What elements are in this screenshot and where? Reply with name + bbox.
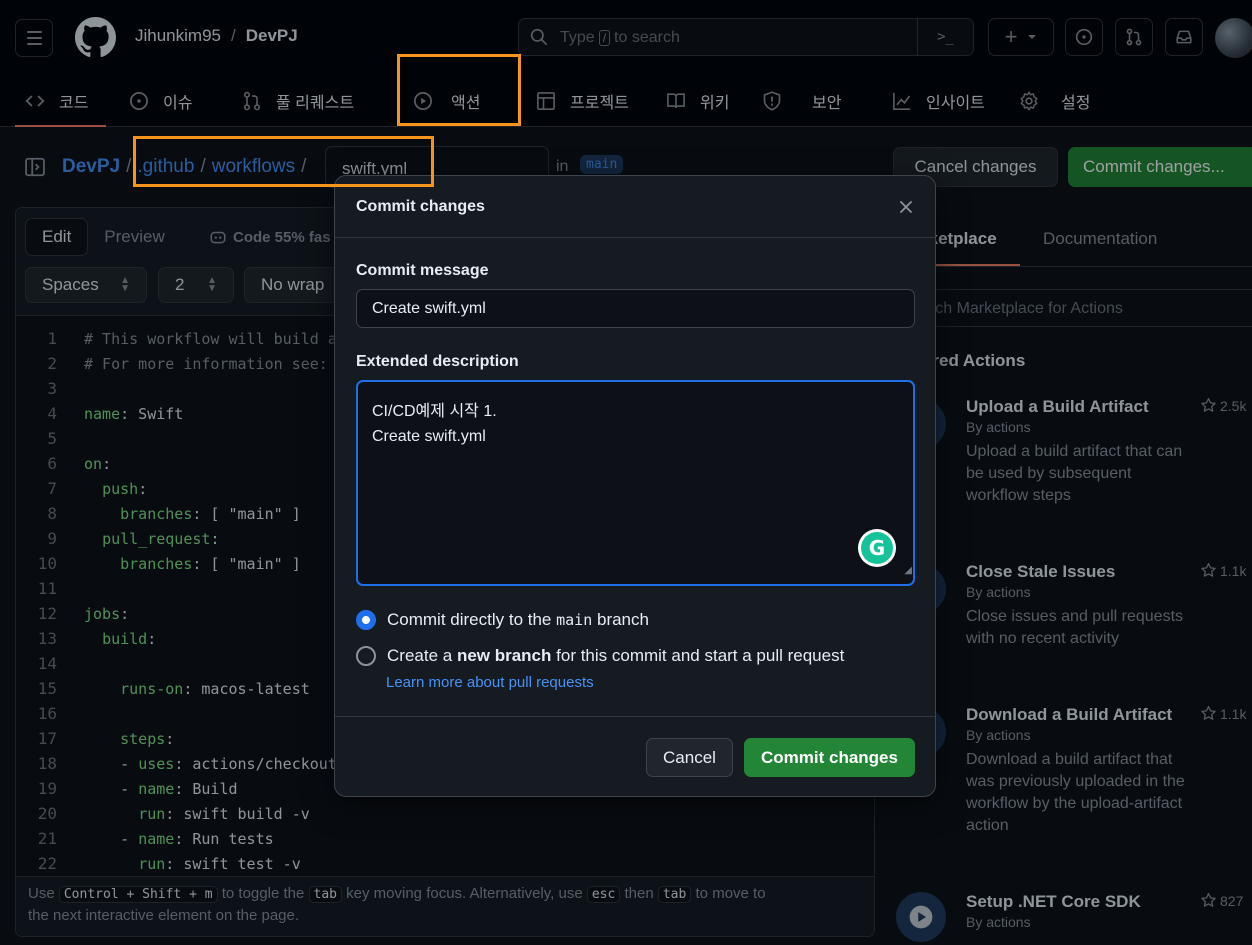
grammarly-icon[interactable]: G xyxy=(858,529,896,567)
extended-description-label: Extended description xyxy=(356,353,519,370)
close-dialog-button[interactable] xyxy=(891,192,921,222)
close-icon xyxy=(900,201,912,213)
option-text: for this commit and start a pull request xyxy=(556,646,845,665)
option-branch-name: main xyxy=(556,611,593,629)
new-branch-option[interactable]: Create a new branch for this commit and … xyxy=(356,646,844,666)
extended-description-textarea[interactable]: CI/CD예제 시작 1. Create swift.yml G ◢ xyxy=(356,380,915,586)
dialog-header: Commit changes xyxy=(335,176,935,238)
commit-direct-option[interactable]: Commit directly to the main branch xyxy=(356,610,649,630)
grammarly-letter: G xyxy=(861,532,893,564)
option-text: Commit directly to the xyxy=(387,610,552,629)
dialog-footer: Cancel Commit changes xyxy=(335,716,935,796)
commit-message-label: Commit message xyxy=(356,262,489,279)
dialog-title: Commit changes xyxy=(356,198,485,215)
radio-selected[interactable] xyxy=(356,610,376,630)
commit-changes-button[interactable]: Commit changes xyxy=(744,738,915,777)
commit-message-input[interactable]: Create swift.yml xyxy=(356,289,915,328)
option-text: Create a xyxy=(387,646,453,665)
option-text: branch xyxy=(596,610,649,629)
description-line: Create swift.yml xyxy=(372,428,486,445)
description-line: CI/CD예제 시작 1. xyxy=(372,403,497,420)
commit-changes-dialog: Commit changes Commit message Create swi… xyxy=(334,175,936,797)
cancel-button[interactable]: Cancel xyxy=(646,738,733,777)
resize-handle-icon[interactable]: ◢ xyxy=(904,558,912,583)
option-text-bold: new branch xyxy=(456,646,552,665)
radio-unselected[interactable] xyxy=(356,646,376,666)
learn-more-link[interactable]: Learn more about pull requests xyxy=(386,674,594,691)
